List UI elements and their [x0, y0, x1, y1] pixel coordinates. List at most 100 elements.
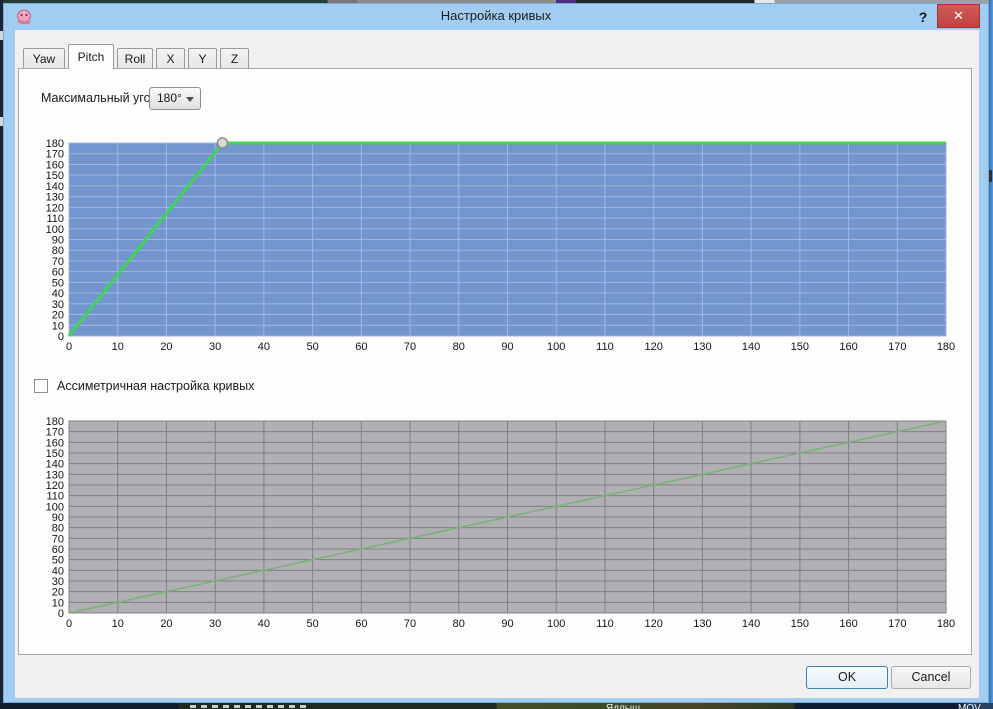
- x-tick-label: 170: [888, 341, 906, 353]
- y-tick-label: 20: [52, 310, 64, 322]
- pitch-mirrored-chart: 0 10 20 30 40 50 60 70 80 90 100 110 120 130 140 150 160…: [33, 415, 959, 635]
- x-tick-label: 50: [306, 341, 318, 353]
- x-tick-label: 80: [453, 618, 465, 630]
- x-tick-label: 0: [66, 618, 72, 630]
- y-tick-label: 40: [52, 288, 64, 300]
- asymmetric-checkbox[interactable]: [34, 379, 48, 393]
- chevron-down-icon: [186, 97, 194, 102]
- x-tick-label: 150: [791, 618, 809, 630]
- pitch-mirrored-curve-svg: 0102030405060708090100110120130140150160…: [46, 416, 956, 630]
- window-title: Настройка кривых: [440, 8, 552, 23]
- y-tick-label: 160: [46, 437, 64, 449]
- x-tick-label: 180: [937, 341, 955, 353]
- y-tick-label: 60: [52, 267, 64, 279]
- x-tick-label: 130: [693, 341, 711, 353]
- x-tick-label: 120: [644, 618, 662, 630]
- y-tick-label: 50: [52, 277, 64, 289]
- desktop-icon-label: MOV: [958, 703, 981, 709]
- tab-bar: Yaw Pitch Roll X Y Z: [23, 44, 249, 69]
- tab-z[interactable]: Z: [220, 48, 249, 68]
- x-tick-label: 70: [404, 341, 416, 353]
- y-tick-label: 70: [52, 256, 64, 268]
- y-tick-label: 20: [52, 587, 64, 599]
- x-tick-label: 180: [937, 618, 955, 630]
- x-tick-label: 150: [791, 341, 809, 353]
- x-tick-label: 70: [404, 618, 416, 630]
- y-tick-label: 130: [46, 192, 64, 204]
- y-tick-label: 110: [46, 213, 64, 225]
- y-tick-label: 30: [52, 576, 64, 588]
- y-tick-label: 70: [52, 533, 64, 545]
- curve-control-point[interactable]: [216, 137, 229, 149]
- pitch-output-curve-svg[interactable]: 0102030405060708090100110120130140150160…: [33, 137, 959, 357]
- x-tick-label: 50: [306, 618, 318, 630]
- x-tick-label: 110: [596, 618, 614, 630]
- y-tick-label: 10: [52, 320, 64, 332]
- pitch-curve-editor-chart[interactable]: 0 10 20 30 40 50 60 70 80 90 100 110 120 130 140 150 160…: [33, 137, 959, 357]
- tab-y[interactable]: Y: [188, 48, 217, 68]
- tab-x[interactable]: X: [156, 48, 185, 68]
- y-tick-label: 150: [46, 448, 64, 460]
- x-tick-label: 60: [355, 618, 367, 630]
- x-tick-label: 140: [742, 618, 760, 630]
- y-tick-label: 160: [46, 159, 64, 171]
- close-button[interactable]: ✕: [937, 4, 980, 28]
- y-tick-label: 0: [58, 608, 64, 620]
- y-tick-label: 180: [46, 138, 64, 150]
- desktop-edge-bottom: Ядлыш MOV: [0, 703, 993, 709]
- x-tick-label: 140: [742, 341, 760, 353]
- y-tick-label: 40: [52, 565, 64, 577]
- tab-pitch[interactable]: Pitch: [68, 44, 114, 69]
- x-tick-label: 110: [596, 341, 614, 353]
- y-tick-label: 120: [46, 202, 64, 214]
- y-tick-label: 100: [46, 501, 64, 513]
- y-tick-label: 120: [46, 480, 64, 492]
- x-tick-label: 10: [112, 618, 124, 630]
- ok-button[interactable]: OK: [806, 666, 888, 689]
- x-tick-label: 90: [501, 341, 513, 353]
- x-tick-label: 130: [693, 618, 711, 630]
- y-tick-label: 90: [52, 235, 64, 247]
- titlebar[interactable]: Настройка кривых ? ✕: [4, 4, 988, 30]
- x-tick-label: 0: [66, 341, 72, 353]
- y-tick-label: 110: [46, 491, 64, 503]
- y-tick-label: 50: [52, 555, 64, 567]
- y-tick-label: 140: [46, 459, 64, 471]
- y-tick-label: 60: [52, 544, 64, 556]
- y-tick-label: 100: [46, 224, 64, 236]
- x-tick-label: 30: [209, 618, 221, 630]
- x-tick-label: 20: [160, 341, 172, 353]
- x-tick-label: 100: [547, 341, 565, 353]
- y-tick-label: 140: [46, 181, 64, 193]
- asymmetric-checkbox-row: Ассиметричная настройка кривых: [34, 378, 254, 394]
- max-angle-select[interactable]: 180°: [149, 87, 201, 110]
- y-tick-label: 10: [52, 597, 64, 609]
- y-tick-label: 80: [52, 245, 64, 257]
- desktop-speck: [989, 170, 992, 182]
- x-tick-label: 30: [209, 341, 221, 353]
- asymmetric-checkbox-label: Ассиметричная настройка кривых: [57, 379, 255, 393]
- tab-roll[interactable]: Roll: [117, 48, 153, 68]
- tab-yaw[interactable]: Yaw: [23, 48, 65, 68]
- y-tick-label: 130: [46, 469, 64, 481]
- x-tick-label: 120: [644, 341, 662, 353]
- x-tick-label: 80: [453, 341, 465, 353]
- x-tick-label: 60: [355, 341, 367, 353]
- x-tick-label: 100: [547, 618, 565, 630]
- y-tick-label: 0: [58, 331, 64, 343]
- help-button[interactable]: ?: [912, 6, 934, 28]
- y-tick-label: 90: [52, 512, 64, 524]
- cancel-button[interactable]: Cancel: [891, 666, 971, 689]
- desktop-icon-label: Ядлыш: [606, 703, 641, 709]
- max-angle-label: Максимальный угол: [41, 91, 158, 105]
- y-tick-label: 170: [46, 427, 64, 439]
- x-tick-label: 10: [112, 341, 124, 353]
- dialog-window: Настройка кривых ? ✕ Yaw Pitch Roll X Y Z Мак…: [3, 3, 989, 703]
- x-tick-label: 160: [839, 341, 857, 353]
- desktop-icon-label-clipped: [190, 705, 310, 708]
- x-tick-label: 160: [839, 618, 857, 630]
- x-tick-label: 20: [160, 618, 172, 630]
- x-tick-label: 90: [501, 618, 513, 630]
- x-tick-label: 40: [258, 618, 270, 630]
- y-tick-label: 180: [46, 416, 64, 428]
